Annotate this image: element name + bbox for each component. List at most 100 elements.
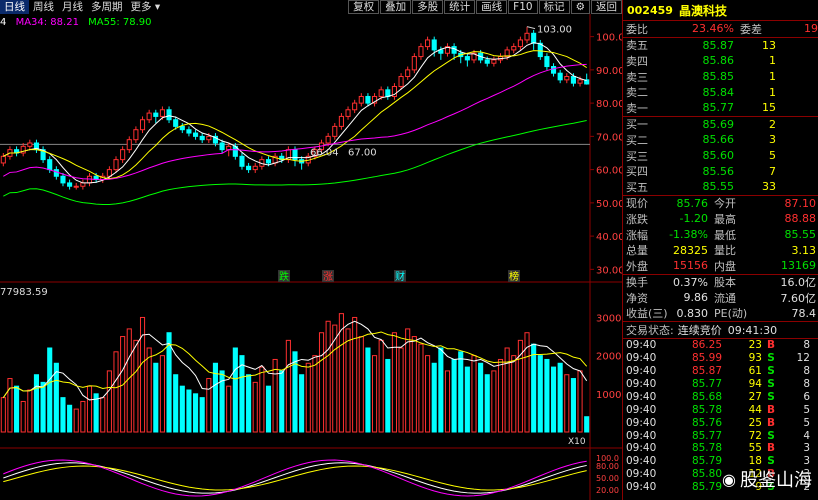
volume-bar: [418, 343, 424, 433]
tick-time: 09:40: [626, 403, 657, 416]
bids-row[interactable]: 买四 85.56 7: [623, 163, 818, 179]
bids-volume: 5: [769, 149, 776, 163]
volume-bar: [259, 366, 265, 433]
candle: [73, 185, 79, 188]
kline-chart[interactable]: 100.0 90.00 80.00 70.00 60.00 50.00 40.00 30.00…: [0, 14, 622, 500]
tab-weekly[interactable]: 周线: [29, 0, 58, 14]
volume-bar: [378, 339, 384, 433]
weibi-value: 23.46%: [692, 22, 734, 36]
stat-row: 净资 9.86 流通 7.60亿: [623, 290, 818, 306]
volume-bar: [497, 358, 504, 433]
candle: [464, 56, 470, 61]
back-button[interactable]: 返回: [591, 0, 622, 14]
stat-label: 净资: [626, 291, 648, 305]
tick-volume: 25: [748, 416, 762, 429]
volume-axis-label: 30000: [596, 313, 622, 324]
asks-row[interactable]: 卖三 85.85 1: [623, 69, 818, 85]
volume-bar: [186, 389, 192, 433]
quote-label: 最高: [714, 212, 736, 226]
bids-price: 85.55: [702, 180, 735, 194]
multi-stock-button[interactable]: 多股: [412, 0, 444, 14]
volume-bar: [100, 397, 106, 433]
tick-side: S: [767, 429, 775, 442]
asks-label: 卖二: [626, 86, 648, 100]
stats-button[interactable]: 统计: [444, 0, 476, 14]
candle: [27, 142, 33, 147]
candle: [365, 95, 371, 104]
volume-bar: [458, 351, 464, 433]
volume-bar: [265, 385, 272, 433]
candle: [338, 115, 344, 127]
candle: [577, 79, 583, 84]
quote-value: -1.20: [679, 212, 708, 226]
candle: [484, 59, 490, 64]
volume-axis-label: 20000: [596, 352, 622, 363]
candle: [199, 135, 205, 141]
asks-row[interactable]: 卖四 85.86 1: [623, 53, 818, 69]
volume-bar: [252, 381, 258, 433]
overlay-button[interactable]: 叠加: [380, 0, 412, 14]
mark-button[interactable]: 标记: [538, 0, 570, 14]
volume-bar: [126, 328, 132, 433]
bids-row[interactable]: 买五 85.55 33: [623, 179, 818, 195]
tick-price: 85.80: [691, 468, 722, 481]
candle: [60, 175, 66, 184]
volume-bar: [239, 355, 245, 433]
tick-row: 09:40 85.77 72 S 4: [623, 429, 818, 442]
candle: [106, 169, 112, 177]
asks-row[interactable]: 卖二 85.84 1: [623, 84, 818, 100]
more-dropdown[interactable]: 更多 ▾: [127, 0, 165, 14]
asks-row[interactable]: 卖一 85.77 15: [623, 100, 818, 116]
volume-bar: [531, 343, 537, 433]
high-annotation: 103.00: [537, 25, 572, 36]
asks-price: 85.87: [702, 38, 735, 52]
bids-label: 买四: [626, 165, 648, 179]
tab-multi-period[interactable]: 多周期: [87, 0, 127, 14]
volume-bar: [385, 358, 391, 433]
trade-status-value: 连续竞价: [677, 324, 722, 338]
asks-row[interactable]: 卖五 85.87 13: [623, 38, 818, 54]
volume-bar: [411, 336, 417, 433]
volume-bar: [438, 347, 444, 433]
settings-icon[interactable]: ⚙: [570, 0, 590, 14]
tab-daily[interactable]: 日线: [0, 0, 29, 14]
bids-volume: 7: [769, 164, 776, 178]
stat-value: 78.4: [791, 306, 817, 320]
share-stats: 换手 0.37% 股本 16.0亿 净资 9.86 流通 7.60亿 收益(三) 0.830 PE(…: [623, 273, 818, 322]
weibi-row: 委比 23.46% 委差 19: [623, 20, 818, 37]
volume-bar: [20, 400, 26, 433]
tab-monthly[interactable]: 月线: [58, 0, 87, 14]
candle: [385, 89, 391, 97]
bids-row[interactable]: 买二 85.66 3: [623, 132, 818, 148]
draw-button[interactable]: 画线: [476, 0, 508, 14]
tick-price: 85.77: [691, 377, 722, 390]
bids-row[interactable]: 买一 85.69 2: [623, 117, 818, 133]
quote-label: 内盘: [714, 259, 736, 273]
asks-volume: 13: [762, 38, 776, 52]
tick-volume: 93: [748, 352, 762, 365]
candle: [53, 169, 59, 177]
volume-bar: [451, 358, 457, 433]
f10-button[interactable]: F10: [508, 0, 538, 14]
volume-bar: [232, 347, 238, 433]
volume-bar: [113, 351, 119, 433]
asks-volume: 1: [769, 85, 776, 99]
adjust-button[interactable]: 复权: [348, 0, 380, 14]
bids-row[interactable]: 买三 85.60 5: [623, 148, 818, 164]
candle: [544, 56, 550, 68]
volume-bar: [193, 393, 199, 433]
candle: [239, 155, 245, 167]
price-axis-label: 30.00: [596, 265, 622, 276]
tick-time: 09:40: [626, 455, 657, 468]
bids-volume: 33: [762, 180, 776, 194]
bids-price: 85.69: [702, 117, 735, 131]
bids-label: 买一: [626, 118, 648, 132]
volume-bar: [444, 370, 451, 433]
stat-label: PE(动): [714, 307, 748, 321]
volume-bar: [564, 374, 570, 433]
kdj-axis-label: 50.00: [596, 474, 619, 483]
candle: [173, 119, 179, 127]
weibi-label: 委比: [626, 22, 648, 36]
trade-status-time: 09:41:30: [727, 323, 778, 337]
weicha-value: 19: [804, 22, 818, 36]
